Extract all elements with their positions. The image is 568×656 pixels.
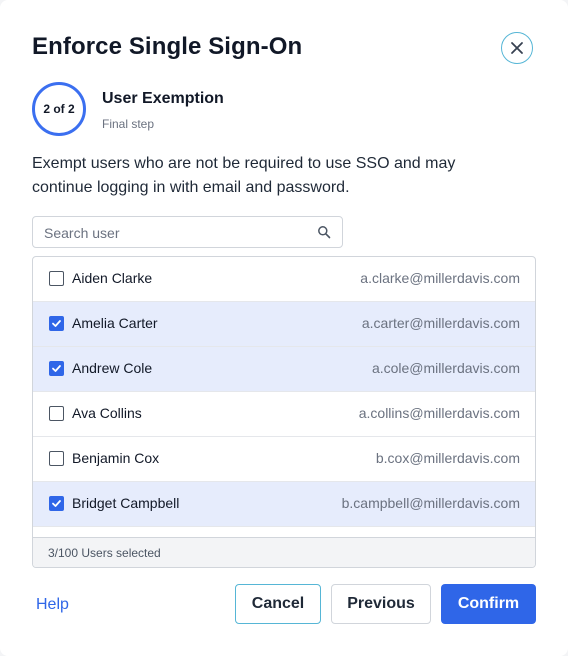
step-title: User Exemption [102,90,224,107]
help-link[interactable]: Help [36,596,69,614]
user-row[interactable]: Amelia Carter a.carter@millerdavis.com [33,302,535,347]
step-badge: 2 of 2 [43,102,75,116]
user-name: Ava Collins [72,405,142,421]
user-row[interactable]: Benjamin Cox b.cox@millerdavis.com [33,437,535,482]
confirm-button[interactable]: Confirm [441,584,536,624]
user-email: a.cole@millerdavis.com [371,360,520,376]
user-row[interactable]: Andrew Cole a.cole@millerdavis.com [33,347,535,392]
search-input[interactable] [44,223,304,243]
user-email: a.collins@millerdavis.com [358,405,520,421]
user-checkbox[interactable] [49,271,64,286]
user-list: Aiden Clarke a.clarke@millerdavis.com Amel… [32,256,536,568]
user-checkbox[interactable] [49,451,64,466]
user-name: Andrew Cole [72,360,153,376]
user-email: a.carter@millerdavis.com [361,315,520,331]
user-name: Benjamin Cox [72,450,160,466]
step-subtitle: Final step [102,117,155,131]
user-row[interactable]: Bridget Campbell b.campbell@millerdavis.c… [33,482,535,527]
close-button[interactable] [501,32,533,64]
dialog-description: Exempt users who are not be required to … [32,155,456,196]
checkmark-icon [52,365,61,372]
user-checkbox[interactable] [49,361,64,376]
search-icon [318,226,331,239]
user-rows: Aiden Clarke a.clarke@millerdavis.com Amel… [33,257,535,537]
step-indicator: 2 of 2 [32,82,86,136]
user-email: b.campbell@millerdavis.com [341,495,520,511]
user-row[interactable]: Aiden Clarke a.clarke@millerdavis.com [33,257,535,302]
user-name: Amelia Carter [72,315,158,331]
checkmark-icon [52,320,61,327]
close-icon [511,42,523,54]
user-name: Aiden Clarke [72,270,153,286]
user-email: a.clarke@millerdavis.com [360,270,520,286]
cancel-button[interactable]: Cancel [235,584,321,624]
dialog-title: Enforce Single Sign-On [32,33,303,60]
user-checkbox[interactable] [49,496,64,511]
user-name: Bridget Campbell [72,495,180,511]
previous-button[interactable]: Previous [331,584,431,624]
enforce-sso-dialog: Enforce Single Sign-On 2 of 2 User Exemp… [0,0,568,656]
list-footer: 3/100 Users selected [33,537,535,567]
user-checkbox[interactable] [49,406,64,421]
user-email: b.cox@millerdavis.com [375,450,520,466]
user-row[interactable]: Ava Collins a.collins@millerdavis.com [33,392,535,437]
checkmark-icon [52,500,61,507]
user-checkbox[interactable] [49,316,64,331]
search-box [32,216,343,248]
selection-status: 3/100 Users selected [48,546,161,560]
